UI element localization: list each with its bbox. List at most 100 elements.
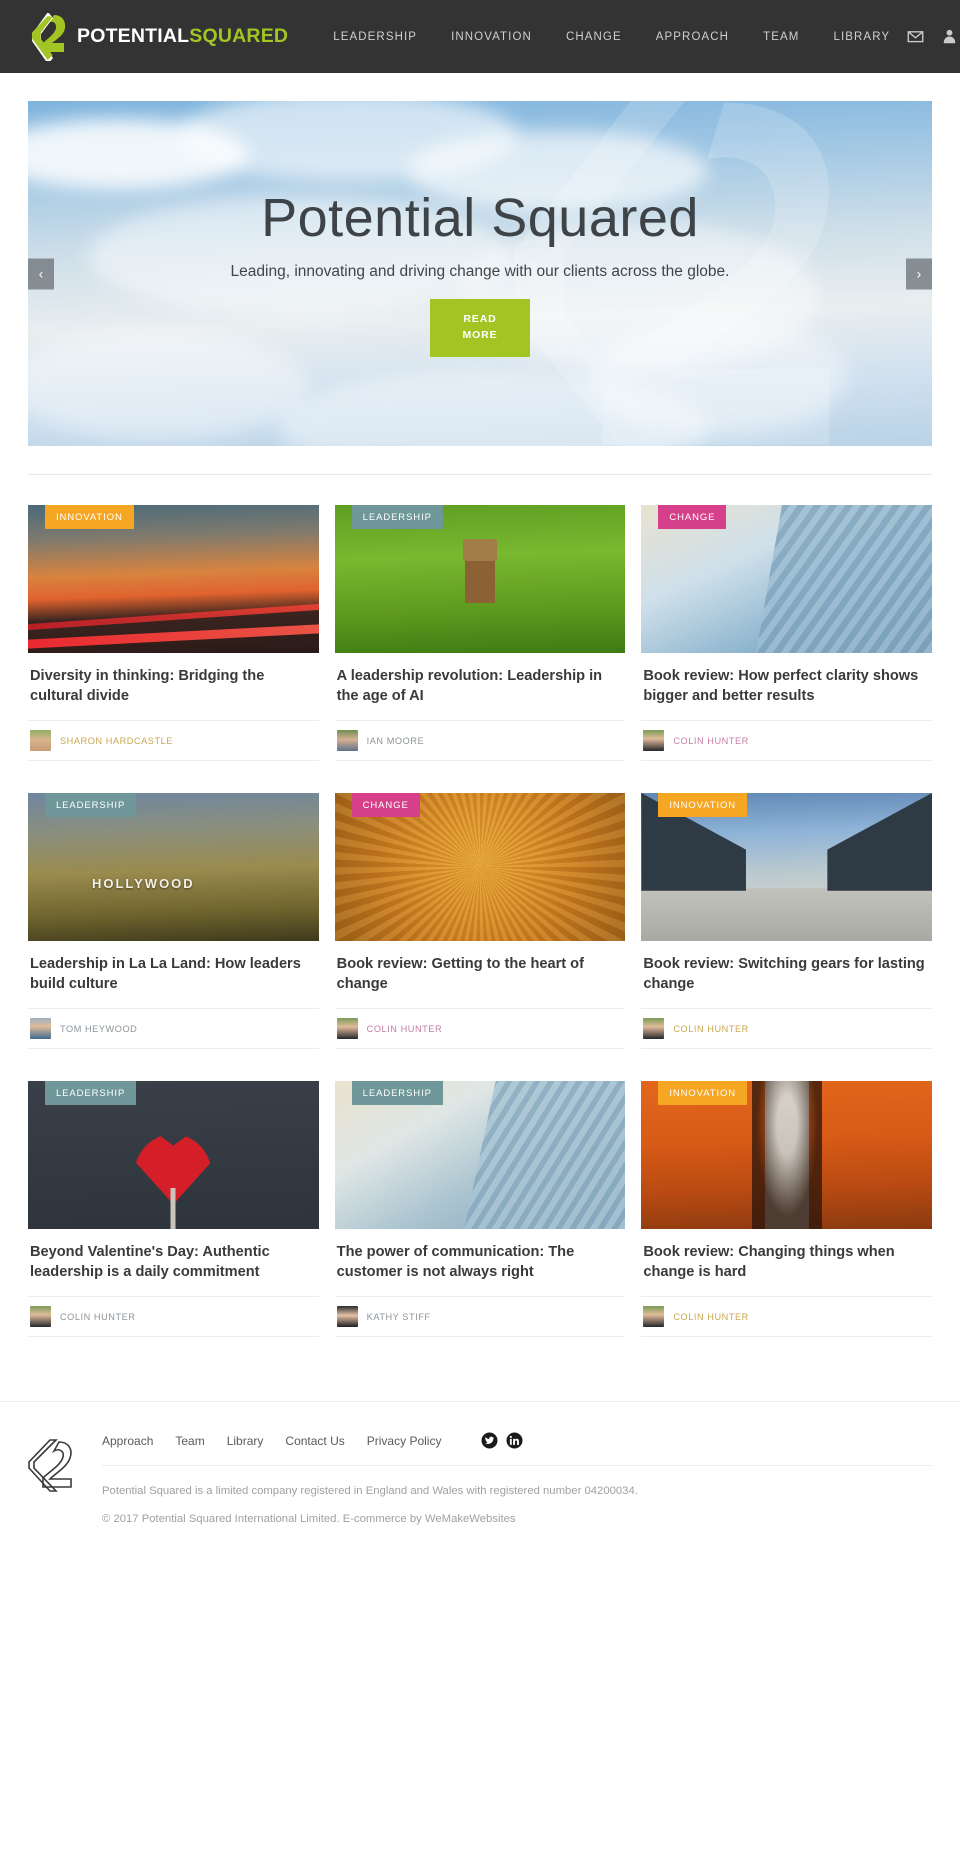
article-title[interactable]: Book review: Switching gears for lasting… [641, 941, 932, 997]
footer-content: Approach Team Library Contact Us Privacy… [102, 1432, 932, 1528]
article-card[interactable]: HOLLYWOOD LEADERSHIP Leadership in La La L… [28, 793, 319, 1079]
linkedin-icon[interactable] [506, 1432, 523, 1449]
logo-word-potential: POTENTIAL [77, 24, 190, 47]
hero-section: Potential Squared Leading, innovating an… [0, 73, 960, 475]
header-icon-group [907, 28, 960, 45]
footer-link-contact-us[interactable]: Contact Us [285, 1434, 344, 1448]
article-thumbnail[interactable]: LEADERSHIP [334, 1081, 626, 1229]
category-badge[interactable]: INNOVATION [658, 793, 748, 817]
article-byline: COLIN HUNTER [641, 1008, 932, 1049]
site-header: POTENTIALSQUARED LEADERSHIP INNOVATION C… [0, 0, 960, 73]
author-name[interactable]: COLIN HUNTER [367, 1024, 443, 1034]
article-card[interactable]: LEADERSHIP Beyond Valentine's Day: Authen… [28, 1081, 319, 1367]
author-name[interactable]: KATHY STIFF [367, 1312, 431, 1322]
article-title[interactable]: Beyond Valentine's Day: Authentic leader… [28, 1229, 319, 1285]
author-name[interactable]: TOM HEYWOOD [60, 1024, 137, 1034]
site-logo[interactable]: POTENTIALSQUARED [28, 12, 288, 61]
article-card[interactable]: CHANGE Book review: How perfect clarity s… [641, 505, 932, 791]
article-card[interactable]: LEADERSHIP The power of communication: Th… [334, 1081, 626, 1367]
footer-logo[interactable] [28, 1432, 76, 1528]
hero-title: Potential Squared [261, 188, 699, 249]
author-name[interactable]: IAN MOORE [367, 736, 425, 746]
article-title[interactable]: Diversity in thinking: Bridging the cult… [28, 653, 319, 709]
article-title[interactable]: The power of communication: The customer… [335, 1229, 626, 1285]
nav-item-change[interactable]: CHANGE [549, 31, 639, 43]
author-avatar [30, 730, 51, 751]
nav-item-approach[interactable]: APPROACH [639, 31, 746, 43]
article-byline: IAN MOORE [334, 720, 626, 761]
footer-social-group [481, 1432, 523, 1449]
nav-item-library[interactable]: LIBRARY [816, 31, 907, 43]
article-thumbnail[interactable]: HOLLYWOOD LEADERSHIP [28, 793, 319, 941]
category-badge[interactable]: LEADERSHIP [45, 1081, 137, 1105]
article-thumbnail[interactable]: CHANGE [641, 505, 932, 653]
author-name[interactable]: COLIN HUNTER [673, 1312, 749, 1322]
category-badge[interactable]: LEADERSHIP [45, 793, 137, 817]
article-title[interactable]: Book review: How perfect clarity shows b… [641, 653, 932, 709]
article-thumbnail[interactable]: CHANGE [334, 793, 626, 941]
article-title[interactable]: Book review: Changing things when change… [641, 1229, 932, 1285]
twitter-icon[interactable] [481, 1432, 498, 1449]
article-thumbnail[interactable]: INNOVATION [641, 1081, 932, 1229]
author-avatar [336, 730, 358, 751]
author-name[interactable]: SHARON HARDCASTLE [60, 736, 173, 746]
footer-legal: Potential Squared is a limited company r… [102, 1466, 932, 1528]
carousel-prev-button[interactable]: ‹ [28, 258, 54, 289]
main-navigation: LEADERSHIP INNOVATION CHANGE APPROACH TE… [316, 31, 907, 43]
footer-company-registration: Potential Squared is a limited company r… [102, 1485, 638, 1497]
article-thumbnail[interactable]: INNOVATION [641, 793, 932, 941]
user-account-icon[interactable] [941, 28, 958, 45]
hero-subtitle: Leading, innovating and driving change w… [230, 263, 730, 281]
hero-cta-line-2: MORE [462, 328, 498, 341]
author-avatar [336, 1018, 358, 1039]
article-card[interactable]: INNOVATION Diversity in thinking: Bridgin… [28, 505, 319, 791]
article-card[interactable]: INNOVATION Book review: Switching gears f… [641, 793, 932, 1079]
author-name[interactable]: COLIN HUNTER [60, 1312, 136, 1322]
category-badge[interactable]: INNOVATION [45, 505, 134, 529]
article-title[interactable]: Book review: Getting to the heart of cha… [335, 941, 626, 997]
category-badge[interactable]: INNOVATION [658, 1081, 748, 1105]
p-squared-logo-icon [31, 12, 66, 61]
footer-link-team[interactable]: Team [175, 1434, 204, 1448]
article-title[interactable]: A leadership revolution: Leadership in t… [335, 653, 626, 709]
logo-wordmark: POTENTIALSQUARED [77, 24, 288, 47]
nav-item-innovation[interactable]: INNOVATION [434, 31, 549, 43]
article-byline: COLIN HUNTER [28, 1296, 319, 1337]
category-badge[interactable]: CHANGE [658, 505, 727, 529]
article-thumbnail[interactable]: LEADERSHIP [334, 505, 626, 653]
nav-item-leadership[interactable]: LEADERSHIP [316, 31, 434, 43]
author-avatar [643, 730, 665, 751]
article-byline: TOM HEYWOOD [28, 1008, 319, 1049]
author-avatar [30, 1018, 51, 1039]
mail-icon[interactable] [907, 28, 924, 45]
footer-navigation: Approach Team Library Contact Us Privacy… [102, 1432, 932, 1465]
article-thumbnail[interactable]: LEADERSHIP [28, 1081, 319, 1229]
author-name[interactable]: COLIN HUNTER [673, 1024, 749, 1034]
article-byline: KATHY STIFF [334, 1296, 626, 1337]
carousel-next-button[interactable]: › [906, 258, 932, 289]
author-avatar [643, 1306, 665, 1327]
author-avatar [30, 1306, 51, 1327]
article-card[interactable]: INNOVATION Book review: Changing things w… [641, 1081, 932, 1367]
article-title[interactable]: Leadership in La La Land: How leaders bu… [28, 941, 319, 997]
category-badge[interactable]: LEADERSHIP [351, 505, 443, 529]
nav-item-team[interactable]: TEAM [746, 31, 816, 43]
hero-cta-line-1: READ [463, 313, 497, 326]
article-card[interactable]: LEADERSHIP A leadership revolution: Leade… [334, 505, 626, 791]
article-grid-section: INNOVATION Diversity in thinking: Bridgin… [0, 475, 960, 1401]
article-byline: COLIN HUNTER [641, 1296, 932, 1337]
category-badge[interactable]: LEADERSHIP [351, 1081, 443, 1105]
article-thumbnail[interactable]: INNOVATION [28, 505, 319, 653]
author-name[interactable]: COLIN HUNTER [673, 736, 749, 746]
article-byline: COLIN HUNTER [641, 720, 932, 761]
footer-copyright: © 2017 Potential Squared International L… [102, 1513, 516, 1526]
hero-read-more-button[interactable]: READ MORE [430, 299, 530, 357]
category-badge[interactable]: CHANGE [351, 793, 420, 817]
article-card[interactable]: CHANGE Book review: Getting to the heart … [334, 793, 626, 1079]
author-avatar [643, 1018, 665, 1039]
footer-link-privacy-policy[interactable]: Privacy Policy [367, 1434, 442, 1448]
footer-link-approach[interactable]: Approach [102, 1434, 153, 1448]
author-avatar [336, 1306, 358, 1327]
article-byline: SHARON HARDCASTLE [28, 720, 319, 761]
footer-link-library[interactable]: Library [227, 1434, 264, 1448]
